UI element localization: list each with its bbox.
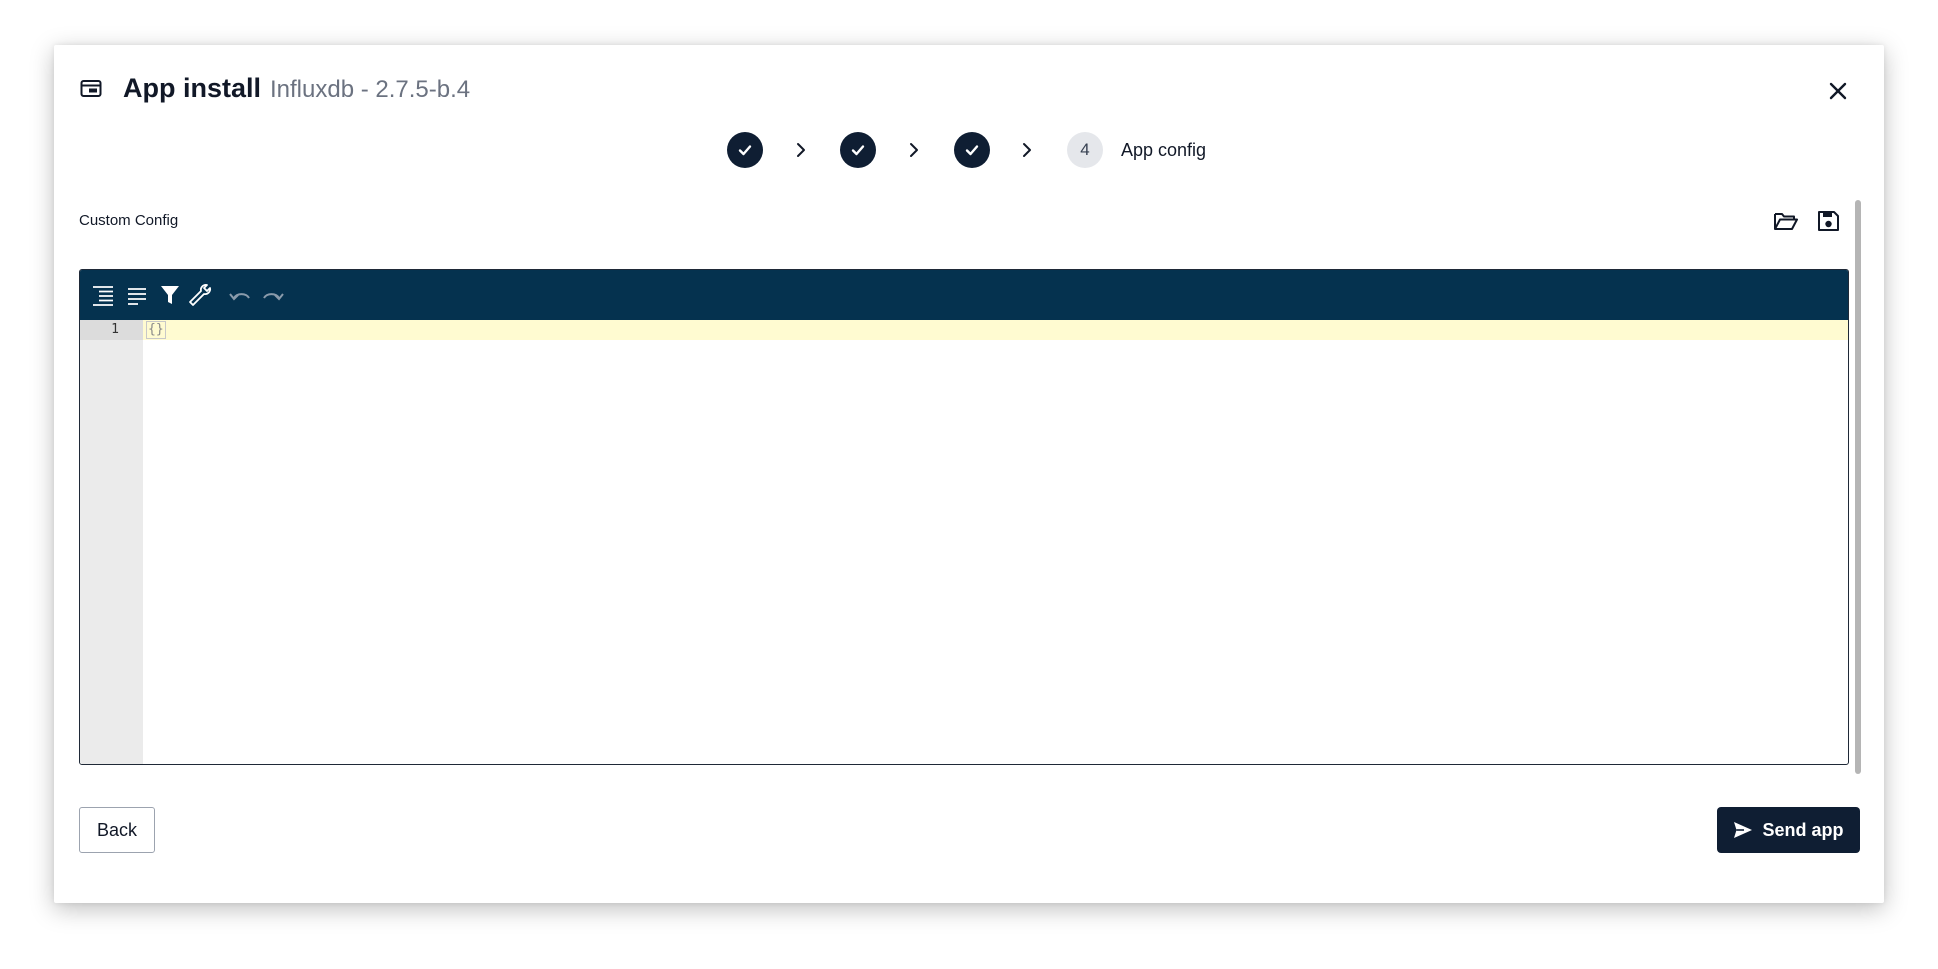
active-line-highlight: [80, 320, 1848, 340]
json-editor[interactable]: 1 {}: [79, 269, 1849, 765]
send-app-button[interactable]: Send app: [1717, 807, 1860, 853]
chevron-right-icon: [910, 143, 918, 157]
compact-icon[interactable]: [124, 282, 150, 308]
editor-gutter: [80, 320, 143, 764]
chevron-right-icon: [1023, 143, 1031, 157]
dialog-header: App install Influxdb - 2.7.5-b.4: [54, 45, 1884, 135]
window-icon: [80, 80, 102, 97]
step-2-completed[interactable]: [840, 132, 876, 168]
chevron-right-icon: [797, 143, 805, 157]
app-install-dialog: App install Influxdb - 2.7.5-b.4 4 App c…: [54, 45, 1884, 903]
step-4-current: 4: [1067, 132, 1103, 168]
check-icon: [965, 145, 979, 156]
dialog-subtitle: Influxdb - 2.7.5-b.4: [270, 76, 471, 103]
filter-icon[interactable]: [157, 282, 183, 308]
back-button[interactable]: Back: [79, 807, 155, 853]
undo-icon[interactable]: [227, 282, 253, 308]
check-icon: [851, 145, 865, 156]
send-app-label: Send app: [1762, 819, 1844, 840]
step-4-label: App config: [1121, 140, 1207, 160]
editor-toolbar: [80, 270, 1848, 320]
paper-plane-icon: [1734, 822, 1753, 838]
dialog-scrollbar[interactable]: [1855, 200, 1861, 774]
repair-icon[interactable]: [187, 282, 213, 308]
line-number: 1: [111, 322, 119, 337]
step-3-completed[interactable]: [954, 132, 990, 168]
floppy-disk-icon[interactable]: [1816, 209, 1842, 233]
install-stepper: 4 App config: [54, 130, 1884, 170]
dialog-title: App install: [123, 73, 262, 103]
close-icon[interactable]: [1826, 79, 1850, 103]
redo-icon[interactable]: [260, 282, 286, 308]
format-icon[interactable]: [90, 282, 116, 308]
step-1-completed[interactable]: [727, 132, 763, 168]
code-line[interactable]: {}: [146, 321, 166, 339]
folder-open-icon[interactable]: [1773, 209, 1799, 233]
custom-config-label: Custom Config: [79, 212, 179, 229]
check-icon: [738, 145, 752, 156]
